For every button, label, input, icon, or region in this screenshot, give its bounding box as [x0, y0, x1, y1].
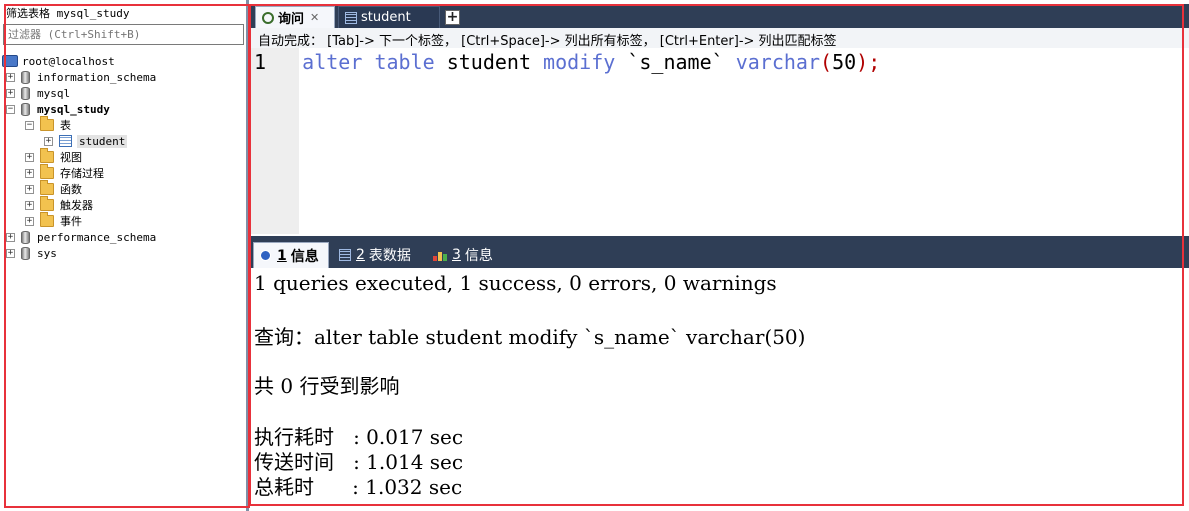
info-icon — [260, 250, 271, 261]
tree-db-performance-schema[interactable]: + performance_schema — [6, 229, 156, 245]
db-label: information_schema — [37, 70, 157, 84]
message-total-time: 总耗时 : 1.032 sec — [254, 475, 463, 499]
expand-icon[interactable]: + — [6, 88, 15, 98]
tab-table-data[interactable]: 2 表数据 — [333, 242, 425, 268]
expand-icon[interactable]: + — [25, 200, 34, 210]
folder-label: 视图 — [60, 151, 82, 164]
db-label: sys — [37, 246, 57, 260]
tab-table-data-number: 2 — [356, 247, 365, 263]
tree-folder-procedures[interactable]: + 存储过程 — [25, 164, 104, 181]
folder-icon — [40, 148, 54, 163]
tree-db-mysql[interactable]: + mysql — [6, 85, 70, 101]
tab-info-1-label: 信息 — [290, 248, 319, 265]
tab-info-3-number: 3 — [452, 247, 461, 263]
table-icon — [59, 135, 72, 147]
tree-folder-views[interactable]: + 视图 — [25, 148, 82, 165]
tree-db-mysql-study[interactable]: − mysql_study — [6, 101, 110, 117]
folder-icon — [40, 116, 54, 131]
query-icon — [262, 11, 274, 24]
query-workspace: 询问 ✕ student + 自动完成： [Tab]-> 下一个标签， [Ctr… — [249, 0, 1189, 511]
tab-query-label: 询问 — [278, 12, 305, 27]
chart-icon — [433, 249, 447, 261]
tree-folder-functions[interactable]: + 函数 — [25, 180, 82, 197]
database-icon — [21, 102, 30, 116]
folder-label: 函数 — [60, 183, 82, 196]
message-summary: 1 queries executed, 1 success, 0 errors,… — [254, 271, 777, 295]
kw-alter: alter — [302, 50, 363, 74]
folder-icon — [40, 164, 54, 179]
folder-label: 表 — [60, 119, 71, 132]
number-literal: 50 — [832, 50, 857, 74]
tab-info-1[interactable]: 1 信息 — [253, 242, 329, 268]
database-icon — [21, 70, 30, 84]
tab-student[interactable]: student — [338, 6, 440, 28]
filter-input[interactable] — [3, 24, 244, 45]
tab-table-data-label: 表数据 — [368, 248, 411, 264]
result-tab-bar: 1 信息 2 表数据 3 信息 — [249, 236, 1189, 268]
kw-table: table — [374, 50, 435, 74]
expand-icon[interactable]: + — [25, 184, 34, 194]
db-label: performance_schema — [37, 230, 157, 244]
tab-student-label: student — [361, 10, 411, 25]
tree-db-sys[interactable]: + sys — [6, 245, 57, 261]
server-label: root@localhost — [22, 54, 115, 68]
table-icon — [339, 249, 351, 261]
editor-tab-bar: 询问 ✕ student + — [249, 4, 1189, 28]
collapse-icon[interactable]: − — [6, 104, 15, 114]
tree-folder-tables[interactable]: − 表 — [25, 116, 71, 133]
database-icon — [21, 86, 30, 100]
database-icon — [21, 246, 30, 260]
code-line[interactable]: 1 alter table student modify `s_name` va… — [254, 50, 880, 74]
expand-icon[interactable]: + — [6, 72, 15, 82]
collapse-icon[interactable]: − — [25, 120, 34, 130]
kw-modify: modify — [543, 50, 616, 74]
message-affected-rows: 共 0 行受到影响 — [254, 374, 400, 398]
sql-editor[interactable]: 1 alter table student modify `s_name` va… — [249, 48, 1189, 234]
tab-info-3[interactable]: 3 信息 — [427, 242, 503, 268]
paren-open: ( — [820, 50, 833, 74]
paren-close: ); — [856, 50, 881, 74]
expand-icon[interactable]: + — [6, 248, 15, 258]
tree-table-student[interactable]: + student — [44, 133, 128, 149]
table-icon — [345, 11, 357, 24]
expand-icon[interactable]: + — [25, 168, 34, 178]
add-tab-button[interactable]: + — [445, 10, 460, 25]
tab-info-3-label: 信息 — [464, 248, 493, 264]
folder-icon — [40, 196, 54, 211]
expand-icon[interactable]: + — [25, 152, 34, 162]
message-query: 查询：alter table student modify `s_name` v… — [254, 325, 806, 349]
expand-icon[interactable]: + — [6, 232, 15, 242]
line-number: 1 — [254, 50, 267, 74]
identifier-column: `s_name` — [627, 50, 724, 74]
folder-icon — [40, 180, 54, 195]
expand-icon[interactable]: + — [44, 136, 53, 146]
db-label: mysql_study — [37, 102, 110, 116]
folder-icon — [40, 212, 54, 227]
tree-folder-triggers[interactable]: + 触发器 — [25, 196, 93, 213]
tree-server[interactable]: root@localhost — [2, 53, 115, 69]
autocomplete-hint: 自动完成： [Tab]-> 下一个标签， [Ctrl+Space]-> 列出所有… — [249, 28, 1189, 49]
kw-varchar: varchar — [735, 50, 821, 74]
line-gutter — [249, 48, 299, 234]
table-label: student — [77, 134, 128, 148]
server-icon — [2, 55, 18, 67]
tree-db-information-schema[interactable]: + information_schema — [6, 69, 156, 85]
database-icon — [21, 230, 30, 244]
folder-label: 存储过程 — [60, 167, 104, 180]
tab-info-1-number: 1 — [277, 247, 287, 264]
tab-query[interactable]: 询问 ✕ — [255, 6, 335, 28]
folder-label: 事件 — [60, 215, 82, 228]
folder-label: 触发器 — [60, 199, 93, 212]
db-label: mysql — [37, 86, 71, 100]
close-icon[interactable]: ✕ — [310, 11, 319, 24]
expand-icon[interactable]: + — [25, 216, 34, 226]
identifier-table: student — [446, 50, 531, 74]
tree-folder-events[interactable]: + 事件 — [25, 212, 82, 229]
object-browser: 筛选表格 mysql_study root@localhost + inform… — [0, 0, 246, 511]
filter-title: 筛选表格 mysql_study — [6, 7, 130, 20]
messages-panel: 1 queries executed, 1 success, 0 errors,… — [249, 268, 1189, 511]
